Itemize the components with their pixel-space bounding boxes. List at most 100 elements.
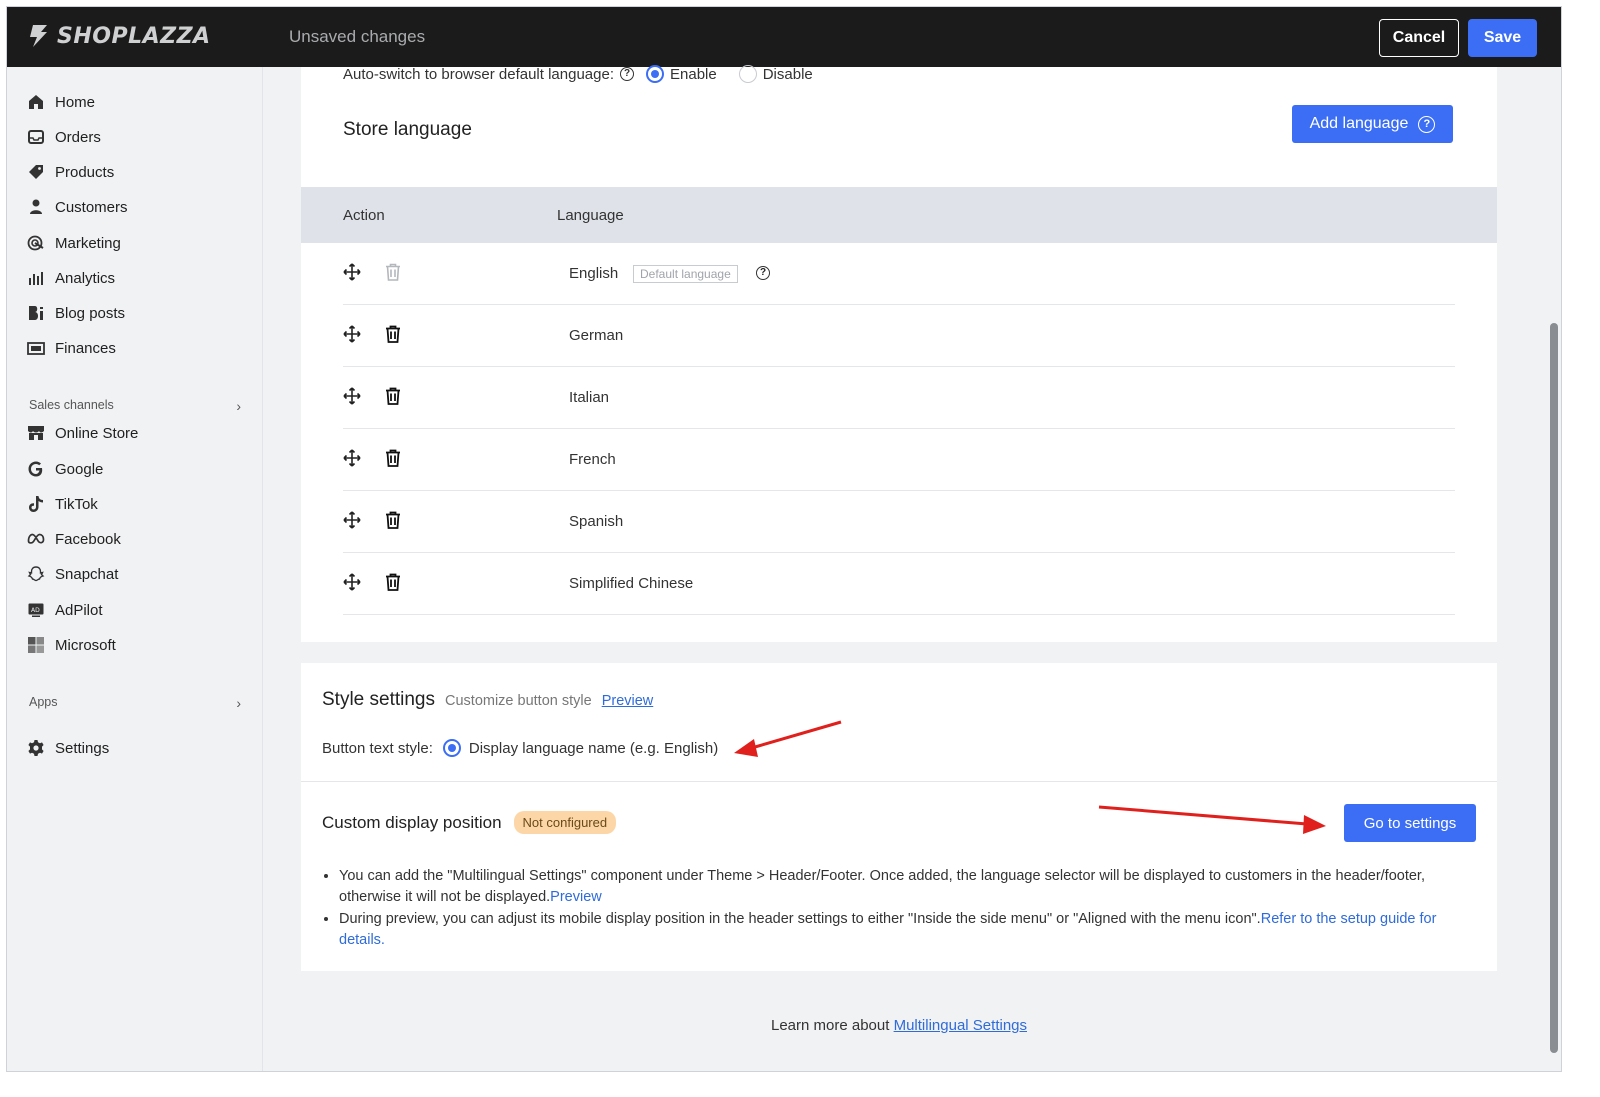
scrollbar-thumb[interactable] xyxy=(1550,323,1558,1053)
sidebar-item-tiktok[interactable]: TikTok xyxy=(27,491,98,517)
sidebar-item-label: Products xyxy=(55,163,115,181)
sidebar-item-label: Facebook xyxy=(55,530,121,548)
help-icon: ? xyxy=(1418,115,1436,133)
sidebar-item-label: Customers xyxy=(55,198,128,216)
sidebar-item-label: Orders xyxy=(55,128,101,146)
sidebar-item-snapchat[interactable]: Snapchat xyxy=(27,561,118,587)
app-window: SHOPLAZZA Unsaved changes Cancel Save Ho… xyxy=(6,6,1562,1072)
column-action: Action xyxy=(343,207,385,224)
table-row: Italian xyxy=(343,367,1455,429)
move-handle-icon[interactable] xyxy=(343,263,361,281)
enable-label: Enable xyxy=(670,65,717,83)
bar-chart-icon xyxy=(29,272,43,285)
sidebar-item-label: Snapchat xyxy=(55,565,119,583)
sidebar-item-home[interactable]: Home xyxy=(27,89,95,115)
meta-icon xyxy=(27,533,45,544)
sidebar-item-label: Home xyxy=(55,93,96,111)
move-handle-icon[interactable] xyxy=(343,573,361,591)
list-item: During preview, you can adjust its mobil… xyxy=(339,909,1469,951)
disable-radio[interactable] xyxy=(738,65,757,83)
sidebar-item-label: Microsoft xyxy=(55,636,116,654)
shoplazza-logo-icon xyxy=(30,25,47,47)
save-button[interactable]: Save xyxy=(1468,19,1537,57)
sidebar: Home Orders Products Customers Marketing… xyxy=(7,67,263,1071)
tiktok-icon xyxy=(29,496,43,512)
enable-radio[interactable] xyxy=(646,65,664,83)
brand-logo[interactable]: SHOPLAZZA xyxy=(27,23,211,49)
custom-position-notes: You can add the "Multilingual Settings" … xyxy=(339,866,1469,951)
sidebar-item-label: AdPilot xyxy=(55,601,103,619)
trash-icon[interactable] xyxy=(385,325,401,343)
sidebar-item-google[interactable]: Google xyxy=(27,456,103,482)
divider xyxy=(301,781,1497,782)
inbox-icon xyxy=(28,130,44,144)
sidebar-item-label: Online Store xyxy=(55,424,139,442)
cancel-button[interactable]: Cancel xyxy=(1379,19,1459,57)
custom-position-header: Custom display position Not configured xyxy=(322,811,617,834)
sidebar-item-facebook[interactable]: Facebook xyxy=(27,526,121,552)
language-name: Italian xyxy=(569,389,610,406)
move-handle-icon[interactable] xyxy=(343,511,361,529)
sidebar-item-finances[interactable]: Finances xyxy=(27,335,116,361)
style-settings-subtitle: Customize button style xyxy=(445,693,592,709)
table-row: French xyxy=(343,429,1455,491)
scrollbar[interactable] xyxy=(1547,67,1561,1071)
trash-icon[interactable] xyxy=(385,511,401,529)
sidebar-item-label: Settings xyxy=(55,739,110,757)
help-icon[interactable]: ? xyxy=(620,67,634,81)
chevron-right-icon: › xyxy=(236,695,241,711)
go-to-settings-button[interactable]: Go to settings xyxy=(1344,804,1476,842)
add-language-button[interactable]: Add language ? xyxy=(1292,105,1453,143)
language-table-header: Action Language xyxy=(301,187,1497,243)
table-row: German xyxy=(343,305,1455,367)
sidebar-item-label: Finances xyxy=(55,339,116,357)
sidebar-item-label: Google xyxy=(55,460,104,478)
preview-link[interactable]: Preview xyxy=(550,889,602,905)
sidebar-item-marketing[interactable]: Marketing xyxy=(27,230,121,256)
move-handle-icon[interactable] xyxy=(343,387,361,405)
table-row: English Default language ? xyxy=(343,243,1455,305)
sidebar-item-products[interactable]: Products xyxy=(27,159,114,185)
blog-icon xyxy=(29,306,43,320)
column-language: Language xyxy=(557,207,624,224)
sidebar-item-blog-posts[interactable]: Blog posts xyxy=(27,300,125,326)
auto-switch-row: Auto-switch to browser default language:… xyxy=(343,65,813,83)
sidebar-item-analytics[interactable]: Analytics xyxy=(27,265,115,291)
not-configured-badge: Not configured xyxy=(513,811,617,834)
snapchat-icon xyxy=(27,566,45,582)
note-text: During preview, you can adjust its mobil… xyxy=(339,911,1261,927)
sidebar-item-label: Analytics xyxy=(55,269,116,287)
multilingual-settings-link[interactable]: Multilingual Settings xyxy=(894,1017,1027,1034)
style-settings-header: Style settings Customize button style Pr… xyxy=(322,689,653,711)
sidebar-item-customers[interactable]: Customers xyxy=(27,194,128,220)
auto-switch-label: Auto-switch to browser default language: xyxy=(343,65,614,83)
disable-label: Disable xyxy=(762,65,813,83)
language-name: German xyxy=(569,327,624,344)
sidebar-item-online-store[interactable]: Online Store xyxy=(27,420,138,446)
home-icon xyxy=(29,95,43,109)
trash-icon[interactable] xyxy=(385,449,401,467)
sidebar-item-orders[interactable]: Orders xyxy=(27,124,101,150)
trash-icon[interactable] xyxy=(385,387,401,405)
sales-channels-header[interactable]: Sales channels › xyxy=(29,398,241,414)
sidebar-item-settings[interactable]: Settings xyxy=(27,735,109,761)
brand-name: SHOPLAZZA xyxy=(57,23,211,49)
tag-icon xyxy=(29,165,43,179)
sidebar-item-label: TikTok xyxy=(55,495,98,513)
sidebar-item-microsoft[interactable]: Microsoft xyxy=(27,632,116,658)
sales-channels-label: Sales channels xyxy=(29,398,114,412)
apps-header[interactable]: Apps › xyxy=(29,695,241,711)
move-handle-icon[interactable] xyxy=(343,449,361,467)
trash-icon[interactable] xyxy=(385,573,401,591)
sidebar-item-label: Blog posts xyxy=(55,304,126,322)
sidebar-item-adpilot[interactable]: AD AdPilot xyxy=(27,597,103,623)
add-language-label: Add language xyxy=(1309,115,1409,132)
move-handle-icon[interactable] xyxy=(343,325,361,343)
learn-more-text: Learn more about xyxy=(771,1017,890,1034)
custom-position-title: Custom display position xyxy=(322,812,502,832)
chevron-right-icon: › xyxy=(236,398,241,414)
help-icon[interactable]: ? xyxy=(756,266,770,280)
language-name: Simplified Chinese xyxy=(569,575,694,592)
display-language-name-radio[interactable] xyxy=(442,739,461,757)
preview-link[interactable]: Preview xyxy=(602,693,654,709)
